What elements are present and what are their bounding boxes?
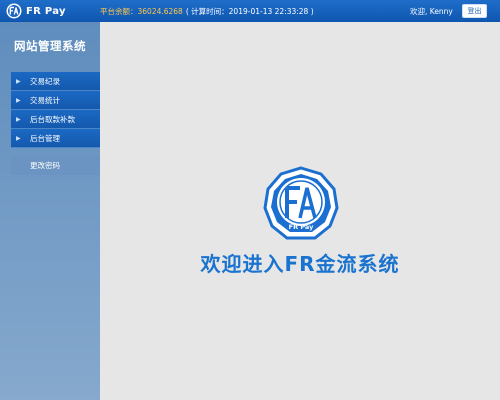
sidebar-item-withdraw-deposit[interactable]: ▶ 后台取款补款 (11, 110, 100, 129)
sidebar-item-change-password[interactable]: 更改密码 (11, 156, 100, 175)
arrow-right-icon: ▶ (16, 134, 21, 142)
balance-timestamp: ( 计算时间：2019-01-13 22:33:28 ) (185, 6, 314, 16)
sidebar-item-label: 后台取款补款 (30, 114, 75, 124)
main-content: FR Pay 欢迎进入FR金流系统 (100, 22, 500, 400)
top-header: FR Pay 平台余额： 36024.6268 ( 计算时间：2019-01-1… (0, 0, 500, 22)
sidebar-item-transaction-stats[interactable]: ▶ 交易统计 (11, 91, 100, 110)
brand-name: FR Pay (26, 5, 66, 17)
balance-label: 平台余额： (100, 6, 138, 16)
arrow-right-icon: ▶ (16, 77, 21, 85)
sidebar: 网站管理系统 ▶ 交易纪录 ▶ 交易统计 ▶ 后台取款补款 ▶ 后台管理 更改密… (0, 22, 100, 400)
fr-pay-logo-icon (6, 3, 22, 19)
sidebar-item-transaction-records[interactable]: ▶ 交易纪录 (11, 72, 100, 91)
sidebar-item-label: 后台管理 (30, 133, 60, 143)
sidebar-menu: ▶ 交易纪录 ▶ 交易统计 ▶ 后台取款补款 ▶ 后台管理 更改密码 (11, 72, 100, 175)
balance-info: 平台余额： 36024.6268 ( 计算时间：2019-01-13 22:33… (100, 0, 314, 22)
arrow-right-icon: ▶ (16, 96, 21, 104)
balance-value: 36024.6268 (137, 6, 183, 16)
welcome-heading: 欢迎进入FR金流系统 (200, 252, 400, 276)
arrow-right-icon: ▶ (16, 115, 21, 123)
sidebar-title: 网站管理系统 (14, 39, 86, 53)
header-logo[interactable]: FR Pay (6, 3, 66, 19)
sidebar-item-admin[interactable]: ▶ 后台管理 (11, 129, 100, 148)
user-greeting: 欢迎, Kenny (410, 6, 453, 16)
sidebar-item-label: 交易纪录 (30, 76, 60, 86)
sidebar-item-label: 交易统计 (30, 95, 60, 105)
logout-button[interactable]: 登出 (462, 4, 487, 18)
emblem-text: FR Pay (289, 223, 314, 231)
sidebar-item-label: 更改密码 (30, 161, 60, 170)
fr-pay-emblem-icon: FR Pay (263, 166, 339, 240)
